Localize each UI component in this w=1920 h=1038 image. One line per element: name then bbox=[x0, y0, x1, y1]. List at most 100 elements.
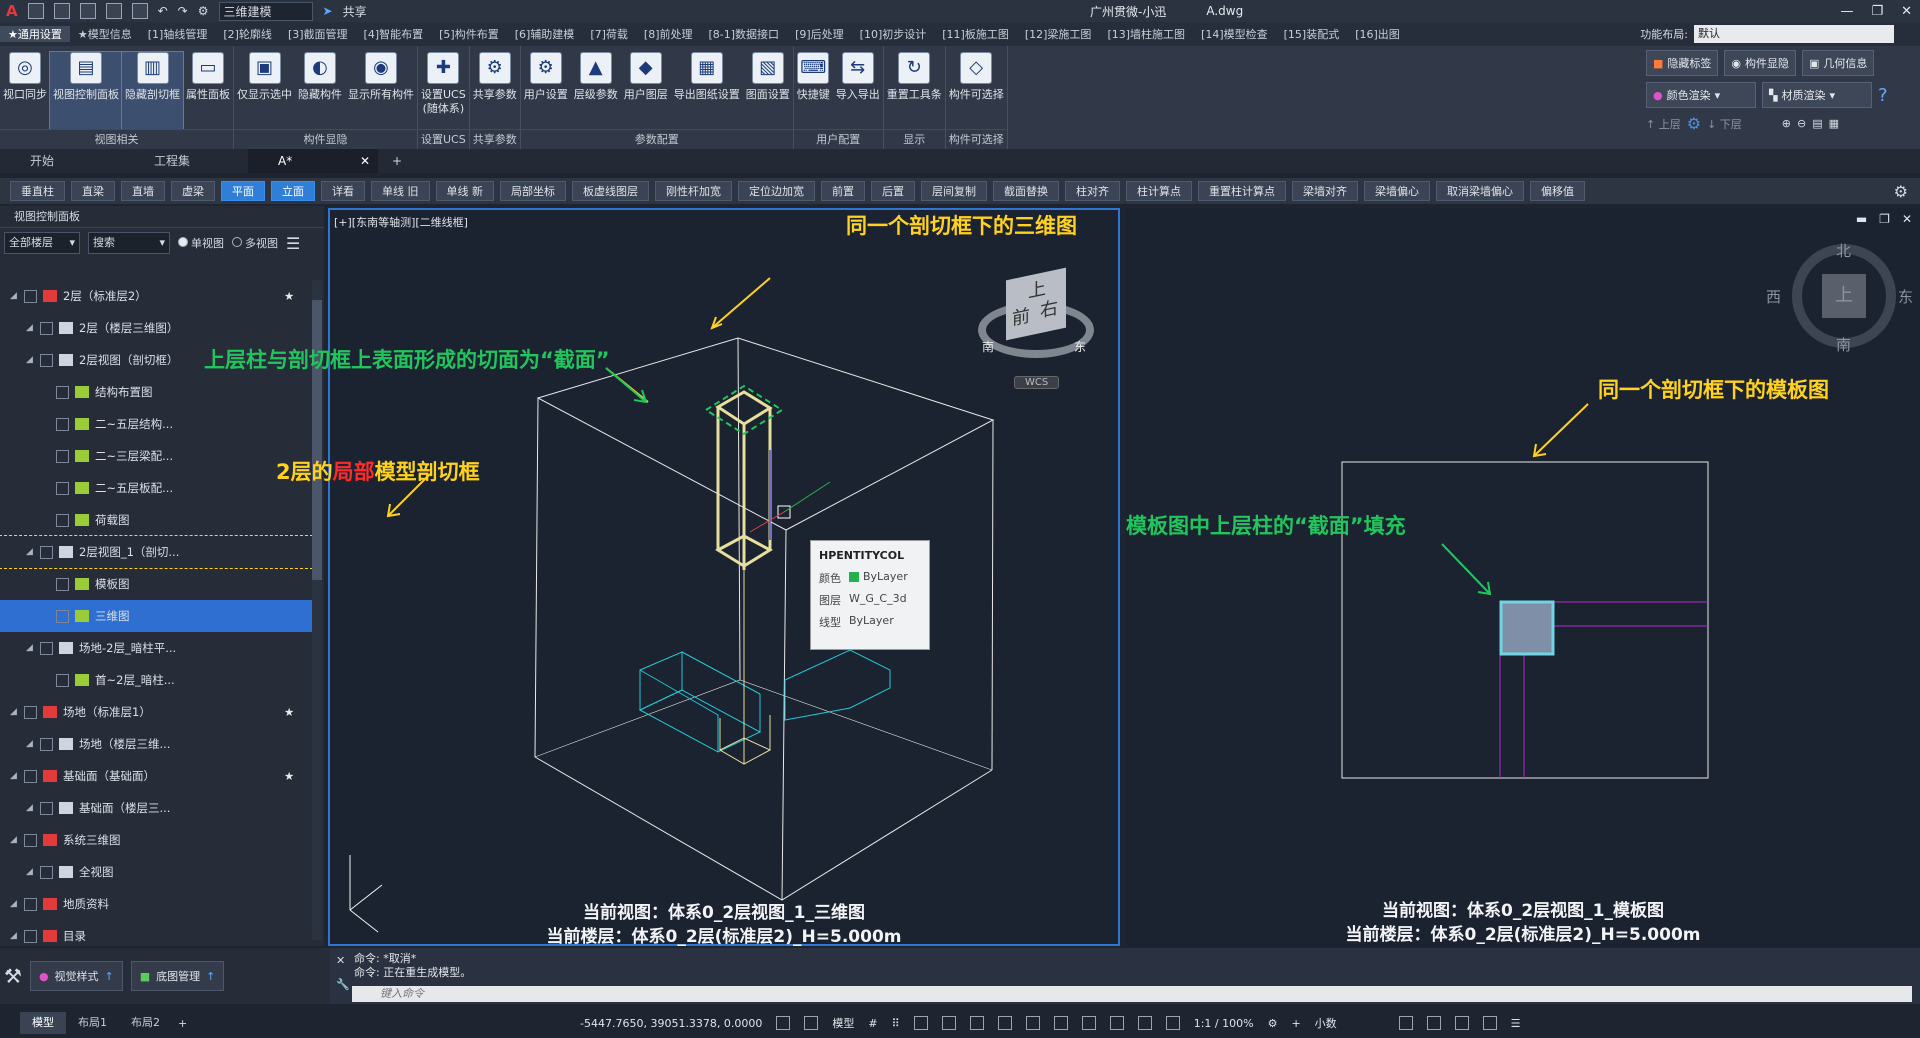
tree-item[interactable]: ◢ 系统三维图 bbox=[0, 824, 312, 856]
ribbon-button[interactable]: ⚙ 共享参数 bbox=[470, 52, 520, 129]
wcs-button[interactable]: WCS bbox=[1014, 376, 1060, 389]
command-button[interactable]: 梁墙对齐 bbox=[1292, 181, 1358, 201]
tree-checkbox[interactable] bbox=[40, 865, 53, 879]
ribbon-tab[interactable]: [1]轴线管理 bbox=[140, 26, 216, 42]
ribbon-tab[interactable]: [7]荷载 bbox=[582, 26, 636, 42]
scale-select[interactable]: 1:1 / 100% bbox=[1194, 1017, 1254, 1030]
tab-layout2[interactable]: 布局2 bbox=[119, 1012, 172, 1034]
tree-checkbox[interactable] bbox=[56, 577, 69, 591]
tree-item[interactable]: 结构布置图 bbox=[0, 376, 312, 408]
tree-scrollbar[interactable] bbox=[312, 280, 322, 940]
layout-select[interactable]: 默认 bbox=[1694, 25, 1894, 43]
settings-gear-icon[interactable]: ⚙ bbox=[1687, 114, 1701, 133]
tree-item[interactable]: ◢ 基础面（楼层三... bbox=[0, 792, 312, 824]
grid-icon[interactable]: # bbox=[868, 1017, 877, 1030]
viewport-formwork[interactable]: ▬ ❐ ✕ 上 北 南 西 东 同一个剖切框下的模板图 模板图中上层柱的“截面”… bbox=[1126, 208, 1920, 946]
cursor-icon[interactable] bbox=[804, 1016, 819, 1030]
clean-screen-icon[interactable] bbox=[1482, 1016, 1497, 1030]
isolate-icon[interactable] bbox=[1426, 1016, 1441, 1030]
ribbon-button[interactable]: ⌨ 快捷键 bbox=[794, 52, 833, 129]
lineweight-icon[interactable] bbox=[1053, 1016, 1068, 1030]
lower-floor-button[interactable]: ↓ 下层 bbox=[1707, 116, 1742, 132]
viewcube-south[interactable]: 南 bbox=[982, 338, 994, 355]
tree-checkbox[interactable] bbox=[24, 929, 37, 943]
viewcube-right[interactable]: 右 bbox=[1040, 293, 1058, 323]
tree-item[interactable]: ◢ 地质资料 bbox=[0, 888, 312, 920]
ribbon-tab[interactable]: ★通用设置 bbox=[0, 26, 70, 42]
ribbon-tab[interactable]: ★模型信息 bbox=[70, 26, 140, 42]
component-visibility-button[interactable]: ◉ 构件显隐 bbox=[1724, 50, 1797, 76]
tree-checkbox[interactable] bbox=[56, 673, 69, 687]
viewcube-box[interactable]: 上 前 右 bbox=[1006, 267, 1066, 341]
star-icon[interactable]: ★ bbox=[284, 289, 298, 303]
otrack-icon[interactable] bbox=[997, 1016, 1012, 1030]
expand-icon[interactable]: ◢ bbox=[10, 835, 24, 845]
tree-checkbox[interactable] bbox=[56, 609, 69, 623]
tree-item[interactable]: 二~三层梁配... bbox=[0, 440, 312, 472]
ribbon-tab[interactable]: [4]智能布置 bbox=[356, 26, 432, 42]
ribbon-tab[interactable]: [9]后处理 bbox=[787, 26, 852, 42]
tree-checkbox[interactable] bbox=[40, 737, 53, 751]
ribbon-tab[interactable]: [16]出图 bbox=[1347, 26, 1408, 42]
command-button[interactable]: 局部坐标 bbox=[500, 181, 566, 201]
command-button[interactable]: 板虚线图层 bbox=[572, 181, 649, 201]
expand-icon[interactable]: ◢ bbox=[26, 803, 40, 813]
geometry-info-button[interactable]: ▣ 几何信息 bbox=[1802, 50, 1875, 76]
command-button[interactable]: 虚梁 bbox=[171, 181, 215, 201]
hide-tag-button[interactable]: ■ 隐藏标签 bbox=[1646, 50, 1719, 76]
selection-cycle-icon[interactable] bbox=[1109, 1016, 1124, 1030]
upper-floor-button[interactable]: ↑ 上层 bbox=[1646, 116, 1681, 132]
ribbon-button[interactable]: ▤ 视图控制面板 bbox=[49, 51, 123, 130]
expand-icon[interactable]: ◢ bbox=[26, 867, 40, 877]
expand-icon[interactable]: ◢ bbox=[26, 739, 40, 749]
toolbar-settings-icon[interactable]: ⚙ bbox=[1894, 182, 1908, 201]
expand-icon[interactable]: ◢ bbox=[10, 899, 24, 909]
expand-icon[interactable]: ◢ bbox=[10, 707, 24, 717]
expand-icon[interactable]: ◢ bbox=[26, 323, 40, 333]
viewcube-east[interactable]: 东 bbox=[1074, 338, 1086, 355]
ribbon-button[interactable]: ◉ 显示所有构件 bbox=[345, 52, 417, 129]
ribbon-tab[interactable]: [15]装配式 bbox=[1276, 26, 1348, 42]
color-render-button[interactable]: ● 颜色渲染 ▾ bbox=[1646, 82, 1756, 108]
command-button[interactable]: 直墙 bbox=[121, 181, 165, 201]
ribbon-tab[interactable]: [8]前处理 bbox=[636, 26, 701, 42]
star-icon[interactable]: ★ bbox=[284, 705, 298, 719]
undo-icon[interactable]: ↶ bbox=[158, 4, 168, 18]
viewcube[interactable]: 上 前 右 南 东 bbox=[974, 266, 1094, 366]
ribbon-button[interactable]: ▧ 图面设置 bbox=[743, 52, 793, 129]
ribbon-tab[interactable]: [6]辅助建模 bbox=[507, 26, 583, 42]
ribbon-button[interactable]: ▲ 层级参数 bbox=[571, 52, 621, 129]
tree-checkbox[interactable] bbox=[24, 705, 37, 719]
search-select[interactable]: 搜索 ▾ bbox=[88, 232, 170, 254]
ribbon-button[interactable]: ⇆ 导入导出 bbox=[833, 52, 883, 129]
tree-checkbox[interactable] bbox=[24, 289, 37, 303]
workspace-select[interactable]: 三维建模 bbox=[218, 1, 313, 21]
minimize-icon[interactable]: — bbox=[1840, 4, 1853, 19]
ribbon-button[interactable]: ◇ 构件可选择 bbox=[946, 52, 1007, 129]
command-button[interactable]: 柱计算点 bbox=[1126, 181, 1192, 201]
expand-icon[interactable]: ◢ bbox=[10, 771, 24, 781]
ribbon-tab[interactable]: [11]板施工图 bbox=[934, 26, 1017, 42]
polar-icon[interactable] bbox=[941, 1016, 956, 1030]
visual-style-button[interactable]: ● 视觉样式 ↑ bbox=[29, 961, 123, 991]
tab-project-set[interactable]: 工程集 bbox=[124, 149, 248, 173]
command-button[interactable]: 重置柱计算点 bbox=[1198, 181, 1286, 201]
zoom-out-icon[interactable]: ⊖ bbox=[1797, 117, 1806, 130]
view-list-icon[interactable]: ▤ bbox=[1812, 117, 1822, 130]
tree-item[interactable]: ◢ 场地（楼层三维... bbox=[0, 728, 312, 760]
expand-icon[interactable]: ◢ bbox=[10, 931, 24, 941]
3dosnap-icon[interactable] bbox=[1137, 1016, 1152, 1030]
command-button[interactable]: 偏移值 bbox=[1530, 181, 1585, 201]
tree-item[interactable]: ◢ 全视图 bbox=[0, 856, 312, 888]
radio-multi-view[interactable]: 多视图 bbox=[232, 235, 278, 251]
tree-item[interactable]: 模板图 bbox=[0, 568, 312, 600]
close-icon[interactable]: ✕ bbox=[1901, 4, 1912, 19]
command-button[interactable]: 垂直柱 bbox=[10, 181, 65, 201]
ribbon-tab[interactable]: [13]墙柱施工图 bbox=[1099, 26, 1193, 42]
help-icon[interactable]: ? bbox=[1878, 85, 1888, 106]
command-button[interactable]: 前置 bbox=[821, 181, 865, 201]
command-button[interactable]: 定位边加宽 bbox=[738, 181, 815, 201]
tree-checkbox[interactable] bbox=[40, 801, 53, 815]
ribbon-button[interactable]: ▥ 隐藏剖切框 bbox=[121, 51, 184, 130]
material-render-button[interactable]: ▚ 材质渲染 ▾ bbox=[1762, 82, 1872, 108]
